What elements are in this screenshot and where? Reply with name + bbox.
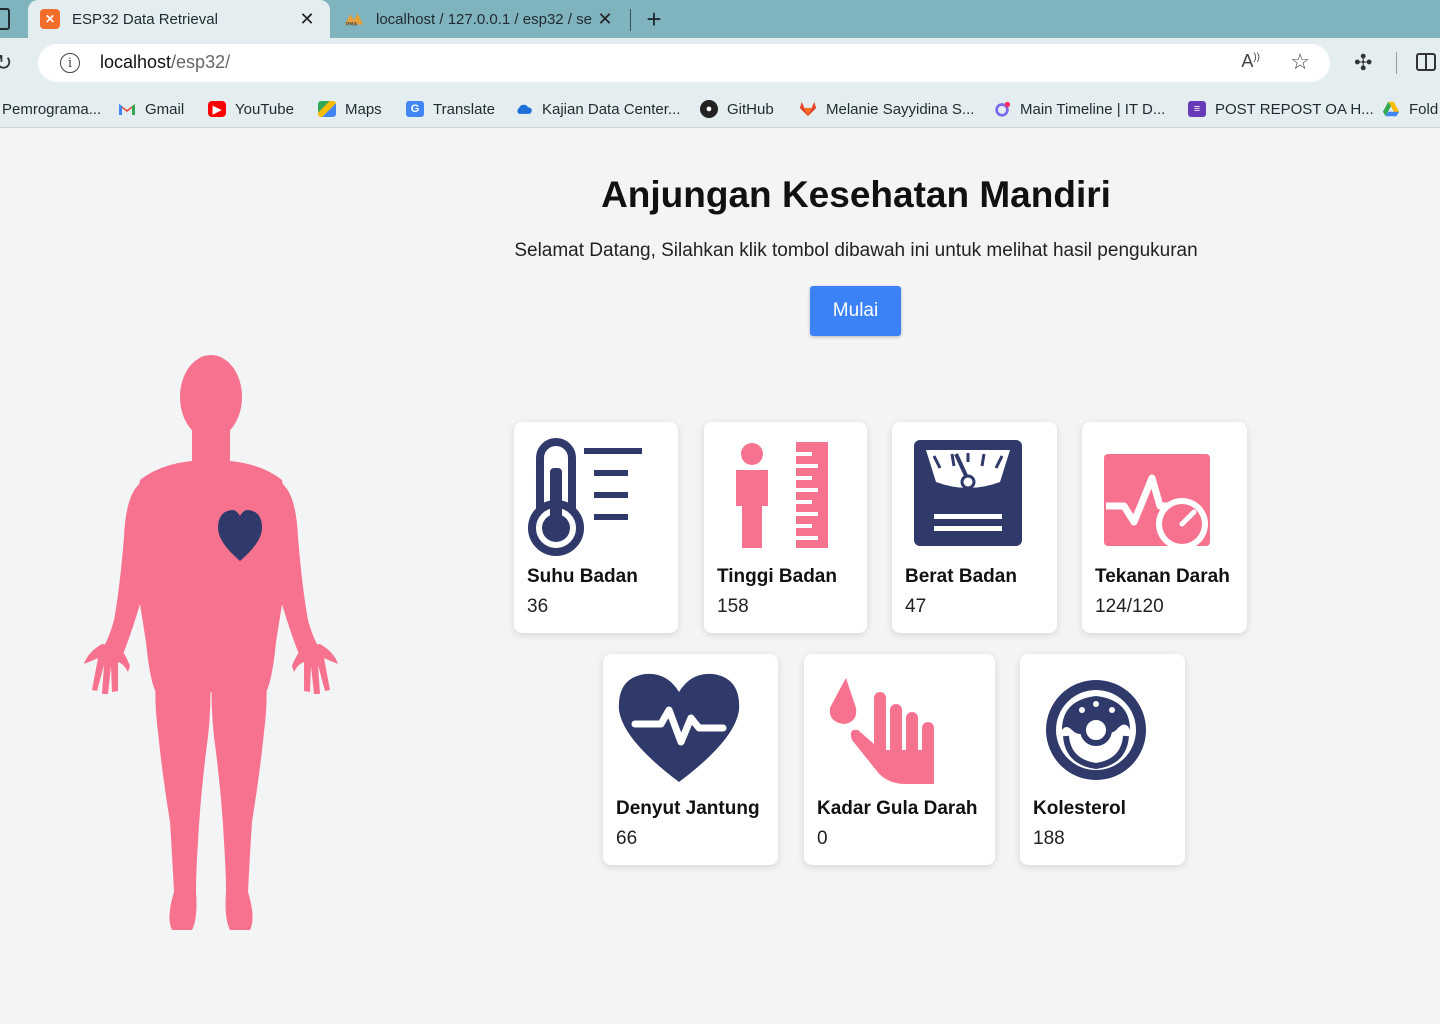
scale-icon xyxy=(914,440,1022,546)
bookmark-label: Maps xyxy=(345,100,382,118)
bookmark-pemrograman[interactable]: Pemrograma... xyxy=(2,99,101,119)
heartbeat-icon xyxy=(618,673,740,782)
card-tekanan-darah[interactable]: Tekanan Darah 124/120 xyxy=(1082,422,1247,633)
github-icon: ● xyxy=(700,100,718,118)
forms-icon: ≡ xyxy=(1188,101,1206,117)
tab-title: ESP32 Data Retrieval xyxy=(72,10,218,28)
bookmark-melanie[interactable]: Melanie Sayyidina S... xyxy=(799,99,974,119)
card-suhu-badan[interactable]: Suhu Badan 36 xyxy=(514,422,678,633)
bookmarks-bar: Pemrograma... Gmail ▶ YouTube Maps G Tra… xyxy=(0,90,1440,128)
card-value: 66 xyxy=(616,828,638,849)
card-value: 124/120 xyxy=(1095,596,1164,617)
card-label: Denyut Jantung xyxy=(616,798,760,819)
bookmark-label: GitHub xyxy=(727,100,774,118)
bookmark-label: YouTube xyxy=(235,100,294,118)
address-bar[interactable]: i localhost/esp32/ A)) ☆ xyxy=(38,44,1330,82)
card-kolesterol[interactable]: Kolesterol 188 xyxy=(1020,654,1185,865)
url-host: localhost xyxy=(100,52,172,72)
bookmark-youtube[interactable]: ▶ YouTube xyxy=(208,99,294,119)
svg-text:PMA: PMA xyxy=(346,21,358,27)
card-value: 158 xyxy=(717,596,749,617)
welcome-subtitle: Selamat Datang, Silahkan klik tombol dib… xyxy=(514,240,1198,261)
bookmark-main-timeline[interactable]: Main Timeline | IT D... xyxy=(993,99,1165,119)
bookmark-gmail[interactable]: Gmail xyxy=(118,99,184,119)
new-tab-button[interactable]: + xyxy=(640,4,668,34)
card-value: 188 xyxy=(1033,828,1065,849)
xampp-icon: ✕ xyxy=(40,9,60,29)
maps-icon xyxy=(318,101,336,117)
card-value: 47 xyxy=(905,596,927,617)
card-berat-badan[interactable]: Berat Badan 47 xyxy=(892,422,1057,633)
bookmark-label: Main Timeline | IT D... xyxy=(1020,100,1166,118)
card-label: Kadar Gula Darah xyxy=(817,798,978,819)
start-button[interactable]: Mulai xyxy=(810,286,901,336)
drive-icon xyxy=(1382,101,1400,117)
tab-divider xyxy=(630,9,631,31)
card-label: Suhu Badan xyxy=(527,566,638,587)
gmail-icon xyxy=(118,101,136,117)
extensions-icon[interactable]: ✣ xyxy=(1354,50,1372,76)
card-value: 36 xyxy=(527,596,549,617)
height-icon xyxy=(736,442,828,548)
reload-icon[interactable]: ↻ xyxy=(0,50,12,76)
bookmark-label: POST REPOST OA H... xyxy=(1215,100,1374,118)
bookmark-label: Gmail xyxy=(145,100,185,118)
blood-pressure-icon xyxy=(1104,454,1210,550)
human-body-illustration xyxy=(84,355,338,930)
bookmark-post-repost[interactable]: ≡ POST REPOST OA H... xyxy=(1188,99,1374,119)
bookmark-kajian[interactable]: Kajian Data Center... xyxy=(515,99,680,119)
card-kadar-gula-darah[interactable]: Kadar Gula Darah 0 xyxy=(804,654,995,865)
bookmark-label: Kajian Data Center... xyxy=(542,100,681,118)
read-aloud-icon[interactable]: A)) xyxy=(1241,51,1260,72)
youtube-icon: ▶ xyxy=(208,101,226,117)
tab-phpmyadmin[interactable]: PMA localhost / 127.0.0.1 / esp32 / se ✕ xyxy=(334,0,626,38)
bookmark-github[interactable]: ● GitHub xyxy=(700,99,774,119)
tab-title: localhost / 127.0.0.1 / esp32 / se xyxy=(376,10,592,28)
bookmark-label: Melanie Sayyidina S... xyxy=(826,100,975,118)
gitlab-icon xyxy=(799,101,817,117)
bookmark-folder[interactable]: Fold xyxy=(1382,99,1438,119)
bookmark-label: Translate xyxy=(433,100,495,118)
card-label: Kolesterol xyxy=(1033,798,1126,819)
card-denyut-jantung[interactable]: Denyut Jantung 66 xyxy=(603,654,778,865)
page-title: Anjungan Kesehatan Mandiri xyxy=(601,174,1111,215)
card-label: Berat Badan xyxy=(905,566,1017,587)
bookmark-label: Fold xyxy=(1409,100,1439,118)
thermometer-icon xyxy=(528,438,642,556)
url-text[interactable]: localhost/esp32/ xyxy=(100,52,230,73)
bookmark-translate[interactable]: G Translate xyxy=(406,99,495,119)
url-path: /esp32/ xyxy=(171,52,231,72)
tab-strip: ✕ ESP32 Data Retrieval ✕ PMA localhost /… xyxy=(0,0,1440,38)
bookmark-maps[interactable]: Maps xyxy=(318,99,382,119)
tab-esp32-data-retrieval[interactable]: ✕ ESP32 Data Retrieval ✕ xyxy=(28,0,330,38)
site-info-icon[interactable]: i xyxy=(60,53,80,73)
toolbar-divider xyxy=(1396,52,1397,74)
bookmark-label: Pemrograma... xyxy=(2,100,102,118)
split-screen-icon[interactable] xyxy=(1416,53,1436,71)
favorite-star-icon[interactable]: ☆ xyxy=(1290,49,1310,75)
card-label: Tekanan Darah xyxy=(1095,566,1230,587)
cholesterol-icon xyxy=(1046,680,1146,780)
clickup-icon xyxy=(993,101,1011,117)
card-label: Tinggi Badan xyxy=(717,566,837,587)
close-tab-icon[interactable]: ✕ xyxy=(594,8,616,30)
browser-toolbar: ↻ i localhost/esp32/ A)) ☆ ✣ xyxy=(0,38,1440,90)
cloud-icon xyxy=(515,101,533,117)
close-tab-icon[interactable]: ✕ xyxy=(296,8,318,30)
phpmyadmin-icon: PMA xyxy=(344,9,364,29)
tab-actions-icon[interactable] xyxy=(0,8,10,30)
blood-sugar-icon xyxy=(829,678,934,784)
translate-icon: G xyxy=(406,101,424,117)
card-value: 0 xyxy=(817,828,828,849)
card-tinggi-badan[interactable]: Tinggi Badan 158 xyxy=(704,422,867,633)
